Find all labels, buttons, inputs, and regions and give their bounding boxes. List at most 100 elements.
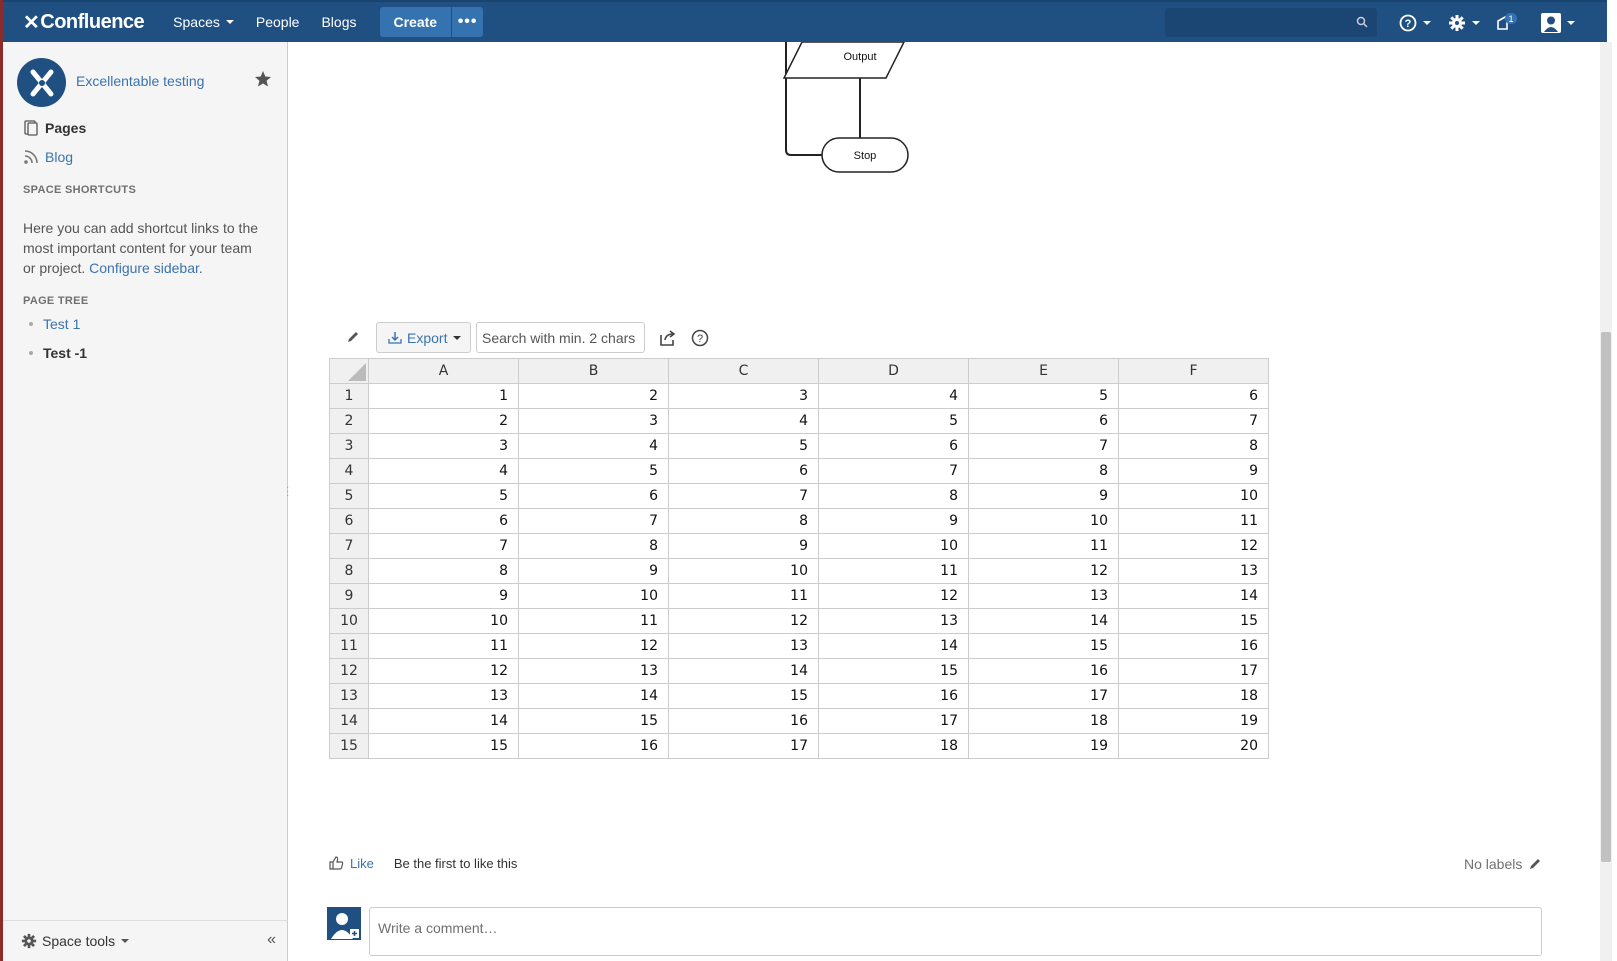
table-cell[interactable]: 10 (1118, 483, 1269, 509)
table-cell[interactable]: 5 (368, 483, 519, 509)
table-cell[interactable]: 18 (818, 733, 969, 759)
row-header[interactable]: 3 (329, 433, 369, 459)
table-cell[interactable]: 5 (668, 433, 819, 459)
page-scrollbar[interactable] (1600, 42, 1612, 961)
table-cell[interactable]: 19 (1118, 708, 1269, 734)
row-header[interactable]: 2 (329, 408, 369, 434)
sidebar-item-pages[interactable]: Pages (23, 120, 86, 136)
nav-spaces[interactable]: Spaces (162, 14, 245, 30)
table-cell[interactable]: 3 (518, 408, 669, 434)
table-cell[interactable]: 1 (368, 383, 519, 409)
table-cell[interactable]: 7 (818, 458, 969, 484)
table-cell[interactable]: 13 (668, 633, 819, 659)
row-header[interactable]: 5 (329, 483, 369, 509)
column-header[interactable]: B (518, 358, 669, 384)
space-name-link[interactable]: Excellentable testing (76, 73, 204, 89)
confluence-logo[interactable]: ✕ Confluence (23, 10, 145, 35)
table-cell[interactable]: 8 (368, 558, 519, 584)
help-menu[interactable]: ? (1399, 12, 1431, 34)
table-cell[interactable]: 11 (968, 533, 1119, 559)
table-cell[interactable]: 9 (518, 558, 669, 584)
table-cell[interactable]: 16 (518, 733, 669, 759)
table-cell[interactable]: 9 (668, 533, 819, 559)
table-cell[interactable]: 8 (818, 483, 969, 509)
notifications-button[interactable]: 1 (1495, 12, 1519, 34)
table-cell[interactable]: 14 (1118, 583, 1269, 609)
row-header[interactable]: 1 (329, 383, 369, 409)
row-header[interactable]: 6 (329, 508, 369, 534)
table-cell[interactable]: 12 (968, 558, 1119, 584)
table-cell[interactable]: 15 (818, 658, 969, 684)
table-cell[interactable]: 17 (1118, 658, 1269, 684)
row-header[interactable]: 7 (329, 533, 369, 559)
row-header[interactable]: 12 (329, 658, 369, 684)
table-cell[interactable]: 11 (818, 558, 969, 584)
table-cell[interactable]: 14 (668, 658, 819, 684)
table-cell[interactable]: 3 (668, 383, 819, 409)
nav-blogs[interactable]: Blogs (310, 14, 367, 30)
table-cell[interactable]: 8 (1118, 433, 1269, 459)
table-cell[interactable]: 16 (668, 708, 819, 734)
sidebar-resize-handle[interactable]: · · · (286, 483, 289, 501)
table-cell[interactable]: 2 (518, 383, 669, 409)
export-button[interactable]: Export (376, 322, 471, 353)
settings-menu[interactable] (1448, 12, 1480, 34)
table-cell[interactable]: 12 (668, 608, 819, 634)
table-cell[interactable]: 9 (818, 508, 969, 534)
table-cell[interactable]: 14 (518, 683, 669, 709)
row-header[interactable]: 13 (329, 683, 369, 709)
table-cell[interactable]: 13 (818, 608, 969, 634)
table-cell[interactable]: 20 (1118, 733, 1269, 759)
table-cell[interactable]: 17 (818, 708, 969, 734)
table-cell[interactable]: 11 (668, 583, 819, 609)
table-cell[interactable]: 5 (968, 383, 1119, 409)
share-icon[interactable] (659, 329, 677, 347)
table-cell[interactable]: 6 (818, 433, 969, 459)
table-cell[interactable]: 16 (968, 658, 1119, 684)
table-cell[interactable]: 7 (968, 433, 1119, 459)
table-cell[interactable]: 7 (1118, 408, 1269, 434)
table-cell[interactable]: 4 (518, 433, 669, 459)
help-icon[interactable]: ? (691, 329, 709, 347)
table-cell[interactable]: 7 (668, 483, 819, 509)
star-icon[interactable] (254, 70, 272, 88)
table-cell[interactable]: 14 (818, 633, 969, 659)
table-cell[interactable]: 9 (1118, 458, 1269, 484)
table-cell[interactable]: 2 (368, 408, 519, 434)
table-cell[interactable]: 4 (368, 458, 519, 484)
create-more-button[interactable]: ••• (451, 7, 484, 37)
table-cell[interactable]: 12 (518, 633, 669, 659)
table-cell[interactable]: 8 (518, 533, 669, 559)
table-cell[interactable]: 3 (368, 433, 519, 459)
table-cell[interactable]: 17 (668, 733, 819, 759)
space-avatar[interactable] (17, 58, 66, 107)
table-cell[interactable]: 6 (1118, 383, 1269, 409)
table-cell[interactable]: 15 (968, 633, 1119, 659)
column-header[interactable]: A (368, 358, 519, 384)
table-cell[interactable]: 12 (368, 658, 519, 684)
table-cell[interactable]: 6 (968, 408, 1119, 434)
row-header[interactable]: 4 (329, 458, 369, 484)
collapse-sidebar-button[interactable]: « (267, 931, 276, 949)
table-cell[interactable]: 10 (668, 558, 819, 584)
table-cell[interactable]: 13 (1118, 558, 1269, 584)
table-cell[interactable]: 16 (818, 683, 969, 709)
table-cell[interactable]: 15 (1118, 608, 1269, 634)
like-button[interactable]: Like (328, 855, 374, 871)
table-cell[interactable]: 12 (818, 583, 969, 609)
table-cell[interactable]: 18 (968, 708, 1119, 734)
table-cell[interactable]: 7 (518, 508, 669, 534)
row-header[interactable]: 9 (329, 583, 369, 609)
table-search-input[interactable] (476, 322, 645, 353)
table-cell[interactable]: 15 (368, 733, 519, 759)
table-cell[interactable]: 6 (368, 508, 519, 534)
scrollbar-thumb[interactable] (1601, 332, 1611, 862)
row-header[interactable]: 15 (329, 733, 369, 759)
table-cell[interactable]: 13 (368, 683, 519, 709)
table-cell[interactable]: 5 (818, 408, 969, 434)
comment-input[interactable]: Write a comment… (369, 907, 1542, 956)
table-cell[interactable]: 4 (668, 408, 819, 434)
table-cell[interactable]: 17 (968, 683, 1119, 709)
table-cell[interactable]: 12 (1118, 533, 1269, 559)
table-cell[interactable]: 8 (668, 508, 819, 534)
